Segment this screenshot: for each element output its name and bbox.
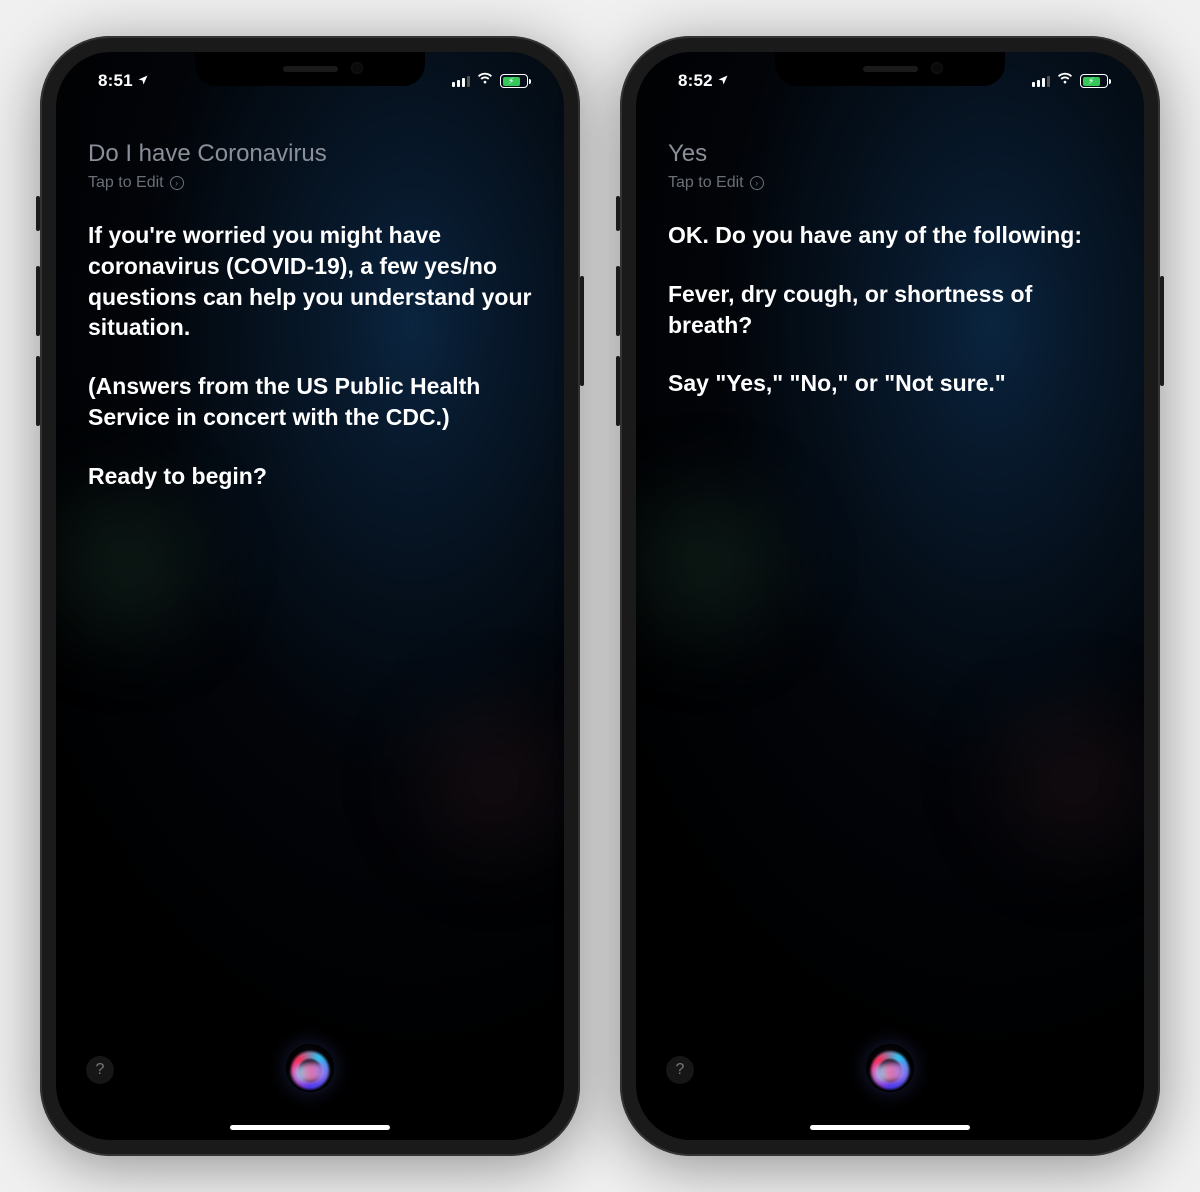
- siri-query-text: Do I have Coronavirus: [88, 140, 532, 168]
- help-label: ?: [676, 1061, 685, 1079]
- response-paragraph: OK. Do you have any of the following:: [668, 220, 1112, 251]
- response-paragraph: Ready to begin?: [88, 461, 532, 492]
- mute-switch[interactable]: [616, 196, 620, 231]
- tap-to-edit-button[interactable]: Tap to Edit ›: [88, 174, 532, 192]
- phone-frame: 8:51 ⚡︎ Do I have Coronavirus Tap to Edi…: [40, 36, 580, 1156]
- help-button[interactable]: ?: [86, 1056, 114, 1084]
- siri-content: Do I have Coronavirus Tap to Edit › If y…: [56, 132, 564, 1140]
- status-time: 8:52: [678, 71, 713, 91]
- response-paragraph: Say "Yes," "No," or "Not sure.": [668, 368, 1112, 399]
- volume-up-button[interactable]: [616, 266, 620, 336]
- battery-icon: ⚡︎: [500, 74, 528, 88]
- status-time: 8:51: [98, 71, 133, 91]
- notch: [195, 52, 425, 86]
- volume-down-button[interactable]: [616, 356, 620, 426]
- tap-to-edit-label: Tap to Edit: [88, 174, 164, 192]
- charging-bolt-icon: ⚡︎: [508, 76, 514, 87]
- siri-orb-button[interactable]: [866, 1044, 914, 1092]
- home-indicator[interactable]: [230, 1125, 390, 1130]
- siri-content: Yes Tap to Edit › OK. Do you have any of…: [636, 132, 1144, 1140]
- power-button[interactable]: [580, 276, 584, 386]
- response-paragraph: (Answers from the US Public Health Servi…: [88, 371, 532, 433]
- chevron-right-icon: ›: [750, 176, 764, 190]
- siri-orb-button[interactable]: [286, 1044, 334, 1092]
- front-camera: [351, 62, 363, 74]
- tap-to-edit-button[interactable]: Tap to Edit ›: [668, 174, 1112, 192]
- phone-frame: 8:52 ⚡︎ Yes Tap to Edit ›: [620, 36, 1160, 1156]
- notch: [775, 52, 1005, 86]
- charging-bolt-icon: ⚡︎: [1088, 76, 1094, 87]
- siri-response: If you're worried you might have coronav…: [88, 220, 532, 492]
- wifi-icon: [1056, 72, 1074, 90]
- siri-orb-icon: [866, 1044, 914, 1092]
- location-icon: [717, 74, 729, 89]
- location-icon: [137, 74, 149, 89]
- tap-to-edit-label: Tap to Edit: [668, 174, 744, 192]
- power-button[interactable]: [1160, 276, 1164, 386]
- volume-up-button[interactable]: [36, 266, 40, 336]
- chevron-right-icon: ›: [170, 176, 184, 190]
- cellular-signal-icon: [452, 75, 470, 87]
- help-label: ?: [96, 1061, 105, 1079]
- speaker-grille: [863, 66, 918, 72]
- battery-icon: ⚡︎: [1080, 74, 1108, 88]
- wifi-icon: [476, 72, 494, 90]
- phone-screen: 8:51 ⚡︎ Do I have Coronavirus Tap to Edi…: [56, 52, 564, 1140]
- phone-screen: 8:52 ⚡︎ Yes Tap to Edit ›: [636, 52, 1144, 1140]
- front-camera: [931, 62, 943, 74]
- siri-orb-icon: [286, 1044, 334, 1092]
- response-paragraph: If you're worried you might have coronav…: [88, 220, 532, 343]
- siri-response: OK. Do you have any of the following: Fe…: [668, 220, 1112, 399]
- mute-switch[interactable]: [36, 196, 40, 231]
- response-paragraph: Fever, dry cough, or shortness of breath…: [668, 279, 1112, 341]
- volume-down-button[interactable]: [36, 356, 40, 426]
- help-button[interactable]: ?: [666, 1056, 694, 1084]
- siri-query-text: Yes: [668, 140, 1112, 168]
- cellular-signal-icon: [1032, 75, 1050, 87]
- home-indicator[interactable]: [810, 1125, 970, 1130]
- speaker-grille: [283, 66, 338, 72]
